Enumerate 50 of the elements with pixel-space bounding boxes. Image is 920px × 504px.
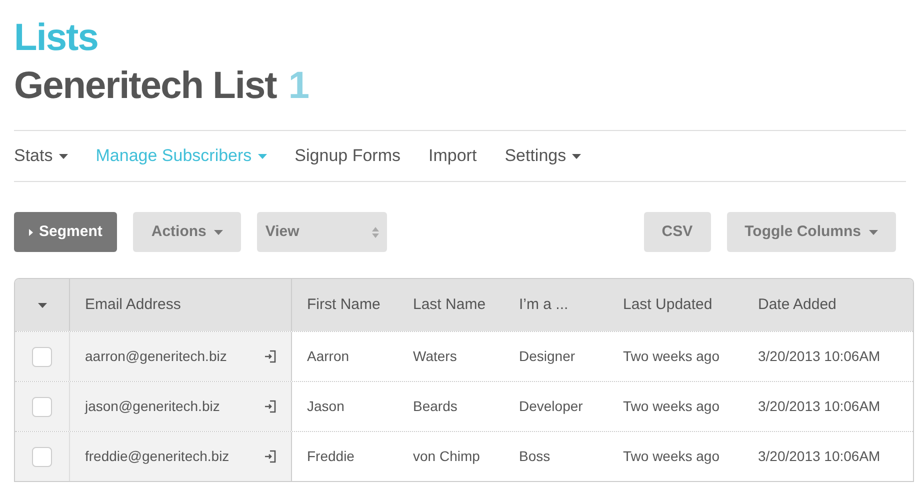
table-cell-text: Two weeks ago — [623, 347, 720, 366]
triangle-right-icon — [29, 228, 33, 236]
email-cell-text: aarron@generitech.biz — [85, 347, 227, 366]
segment-button[interactable]: Segment — [14, 212, 118, 252]
column-header[interactable]: Date Added — [758, 294, 836, 316]
list-count: 1 — [288, 64, 310, 108]
table-cell-text: Boss — [519, 447, 550, 466]
table-cell-text: Beards — [413, 397, 458, 416]
column-header[interactable]: Last Name — [413, 294, 486, 316]
table-cell-text: Two weeks ago — [623, 447, 720, 466]
sort-arrows-icon — [372, 226, 380, 238]
nav-tab[interactable]: Signup Forms — [294, 143, 400, 169]
caret-icon — [572, 154, 582, 158]
row-checkbox[interactable] — [32, 396, 52, 416]
actions-button[interactable]: Actions — [133, 212, 242, 252]
table-cell-text: Freddie — [307, 447, 354, 466]
section-title: Lists — [14, 18, 99, 58]
sign-in-icon[interactable] — [265, 400, 276, 413]
nav-tab[interactable]: Import — [428, 143, 477, 169]
email-cell-text: jason@generitech.biz — [85, 397, 220, 416]
caret-icon — [258, 154, 267, 158]
row-checkbox[interactable] — [32, 446, 52, 466]
table-cell-text: von Chimp — [413, 447, 480, 466]
csv-button[interactable]: CSV — [644, 212, 711, 252]
table-cell-text: Jason — [307, 397, 344, 416]
column-header[interactable]: I’m a ... — [519, 294, 568, 316]
column-header[interactable]: Email Address — [85, 294, 181, 316]
table-cell-text: Waters — [413, 347, 457, 366]
email-cell-text: freddie@generitech.biz — [85, 447, 230, 466]
column-header[interactable]: Last Updated — [623, 294, 712, 316]
caret-icon — [214, 230, 224, 234]
table-cell-text: 3/20/2013 10:06AM — [758, 397, 880, 416]
column-header[interactable]: First Name — [307, 294, 380, 316]
table-cell-text: Designer — [519, 347, 576, 366]
table-cell-text: Aarron — [307, 347, 350, 366]
sign-in-icon[interactable] — [265, 350, 276, 363]
row-checkbox[interactable] — [32, 346, 52, 366]
table-cell-text: 3/20/2013 10:06AM — [758, 347, 880, 366]
list-title: Generitech List — [14, 64, 276, 108]
sign-in-icon[interactable] — [265, 450, 276, 463]
view-select[interactable]: View — [257, 212, 388, 252]
caret-icon — [38, 302, 46, 308]
toggle-columns-button[interactable]: Toggle Columns — [726, 212, 896, 252]
caret-icon — [869, 230, 878, 234]
nav-tab[interactable]: Settings — [504, 143, 582, 169]
table-cell-text: 3/20/2013 10:06AM — [758, 447, 880, 466]
table-cell-text: Developer — [519, 397, 583, 416]
table-cell-text: Two weeks ago — [623, 397, 720, 416]
caret-icon — [58, 154, 68, 158]
nav-tab[interactable]: Stats — [14, 143, 68, 169]
